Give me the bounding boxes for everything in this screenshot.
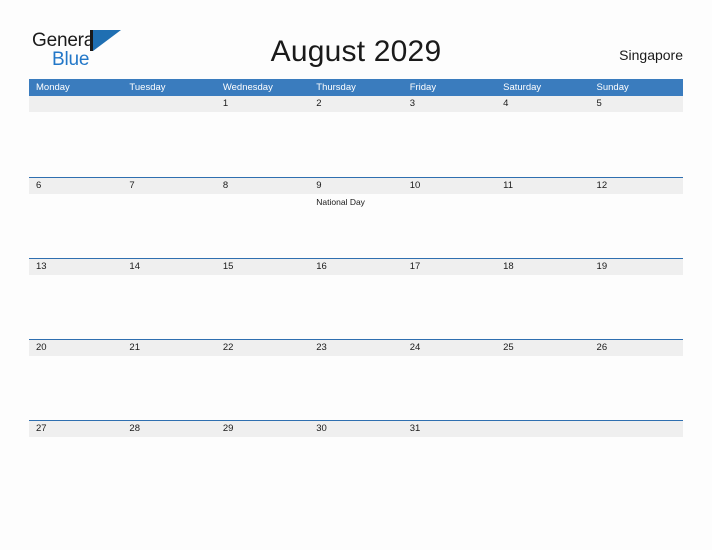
day-number: 10 <box>409 180 421 191</box>
calendar-day-cell[interactable]: 8 <box>216 178 309 258</box>
page-title: August 2029 <box>270 35 442 68</box>
calendar-day-cell-empty <box>29 96 122 177</box>
day-number: 23 <box>316 342 327 353</box>
week-cells: 13 14 15 16 17 18 19 <box>29 259 683 339</box>
day-event-label: National Day <box>316 197 365 207</box>
calendar-day-cell[interactable]: 2 <box>309 96 402 177</box>
day-number: 29 <box>222 423 234 434</box>
day-number: 3 <box>409 98 415 109</box>
week-cells: 6 7 8 9 National Day 10 11 12 <box>29 178 683 258</box>
calendar-day-cell[interactable]: 19 <box>590 259 683 339</box>
day-number: 24 <box>409 342 421 353</box>
day-number <box>597 421 683 437</box>
week-cells: 20 21 22 23 24 25 26 <box>29 340 683 420</box>
weekday-header-sunday: Sunday <box>596 82 629 93</box>
calendar-day-cell[interactable]: 14 <box>122 259 215 339</box>
day-number: 27 <box>36 423 47 434</box>
calendar-day-cell[interactable]: 29 <box>216 421 309 501</box>
calendar-week-row: 27 28 29 30 31 <box>29 420 683 501</box>
calendar-weeks: 1 2 3 4 5 6 7 8 9 National Day 10 11 12 13 14 15 16 17 18 1… <box>29 96 683 501</box>
day-number: 5 <box>596 98 602 109</box>
calendar-day-cell[interactable]: 10 <box>403 178 496 258</box>
calendar-day-cell[interactable]: 11 <box>496 178 589 258</box>
day-number: 31 <box>409 423 421 434</box>
day-number: 18 <box>503 261 514 272</box>
day-number: 9 <box>316 180 322 191</box>
calendar-day-cell[interactable]: 30 <box>309 421 402 501</box>
calendar-day-cell-empty <box>122 96 215 177</box>
page-header: General Blue August 2029 Singapore <box>0 0 712 79</box>
weekday-header-monday: Monday <box>36 82 70 93</box>
calendar-week-row: 13 14 15 16 17 18 19 <box>29 258 683 339</box>
day-number: 16 <box>316 261 327 272</box>
calendar-day-cell-empty <box>590 421 683 501</box>
day-number <box>36 96 122 112</box>
day-number: 2 <box>316 98 322 109</box>
day-number: 15 <box>222 261 234 272</box>
calendar-day-cell[interactable]: 24 <box>403 340 496 420</box>
calendar-day-cell[interactable]: 12 <box>590 178 683 258</box>
calendar-day-cell[interactable]: 4 <box>496 96 589 177</box>
calendar-day-cell[interactable]: 7 <box>122 178 215 258</box>
day-number: 6 <box>36 180 42 191</box>
day-number: 21 <box>129 342 140 353</box>
calendar-day-cell-empty <box>496 421 589 501</box>
calendar-week-row: 1 2 3 4 5 <box>29 96 683 177</box>
calendar-week-row: 20 21 22 23 24 25 26 <box>29 339 683 420</box>
day-number <box>503 421 589 437</box>
calendar-day-cell[interactable]: 26 <box>590 340 683 420</box>
calendar-week-row: 6 7 8 9 National Day 10 11 12 <box>29 177 683 258</box>
day-number: 14 <box>129 261 140 272</box>
calendar-day-cell[interactable]: 25 <box>496 340 589 420</box>
calendar-day-cell[interactable]: 9 National Day <box>309 178 402 258</box>
day-number: 12 <box>596 180 608 191</box>
day-number: 30 <box>316 423 327 434</box>
calendar-day-cell[interactable]: 6 <box>29 178 122 258</box>
weekday-header-friday: Friday <box>409 82 437 93</box>
calendar-day-cell[interactable]: 17 <box>403 259 496 339</box>
calendar-day-cell[interactable]: 28 <box>122 421 215 501</box>
calendar-day-cell[interactable]: 20 <box>29 340 122 420</box>
day-number: 22 <box>222 342 234 353</box>
calendar-location: Singapore <box>619 47 683 63</box>
calendar-day-cell[interactable]: 16 <box>309 259 402 339</box>
calendar-day-cell[interactable]: 13 <box>29 259 122 339</box>
weekday-header-row: Monday Tuesday Wednesday Thursday Friday Satu… <box>29 79 683 96</box>
calendar-day-cell[interactable]: 22 <box>216 340 309 420</box>
day-number: 25 <box>503 342 514 353</box>
day-number: 20 <box>36 342 47 353</box>
weekday-header-wednesday: Wednesday <box>222 82 273 93</box>
day-number: 13 <box>36 261 47 272</box>
day-number: 19 <box>596 261 608 272</box>
day-number: 7 <box>129 180 135 191</box>
weekday-header-tuesday: Tuesday <box>129 82 166 93</box>
calendar-grid: Monday Tuesday Wednesday Thursday Friday Satu… <box>29 79 683 501</box>
day-number: 11 <box>503 180 513 191</box>
calendar-day-cell[interactable]: 31 <box>403 421 496 501</box>
weekday-header-saturday: Saturday <box>503 82 542 93</box>
day-number: 8 <box>222 180 229 191</box>
calendar-day-cell[interactable]: 23 <box>309 340 402 420</box>
calendar-day-cell[interactable]: 3 <box>403 96 496 177</box>
calendar-day-cell[interactable]: 18 <box>496 259 589 339</box>
day-number <box>129 96 215 112</box>
calendar-day-cell[interactable]: 15 <box>216 259 309 339</box>
day-number: 1 <box>222 98 229 109</box>
calendar-day-cell[interactable]: 21 <box>122 340 215 420</box>
day-events: National Day <box>316 194 402 208</box>
day-number: 17 <box>409 261 421 272</box>
week-cells: 1 2 3 4 5 <box>29 96 683 177</box>
calendar-day-cell[interactable]: 1 <box>216 96 309 177</box>
calendar-page: General Blue August 2029 Singapore Monda… <box>0 0 712 550</box>
day-number: 26 <box>596 342 608 353</box>
day-number: 28 <box>129 423 140 434</box>
day-number: 4 <box>503 98 509 109</box>
week-cells: 27 28 29 30 31 <box>29 421 683 501</box>
calendar-day-cell[interactable]: 5 <box>590 96 683 177</box>
calendar-day-cell[interactable]: 27 <box>29 421 122 501</box>
weekday-header-thursday: Thursday <box>316 82 356 93</box>
